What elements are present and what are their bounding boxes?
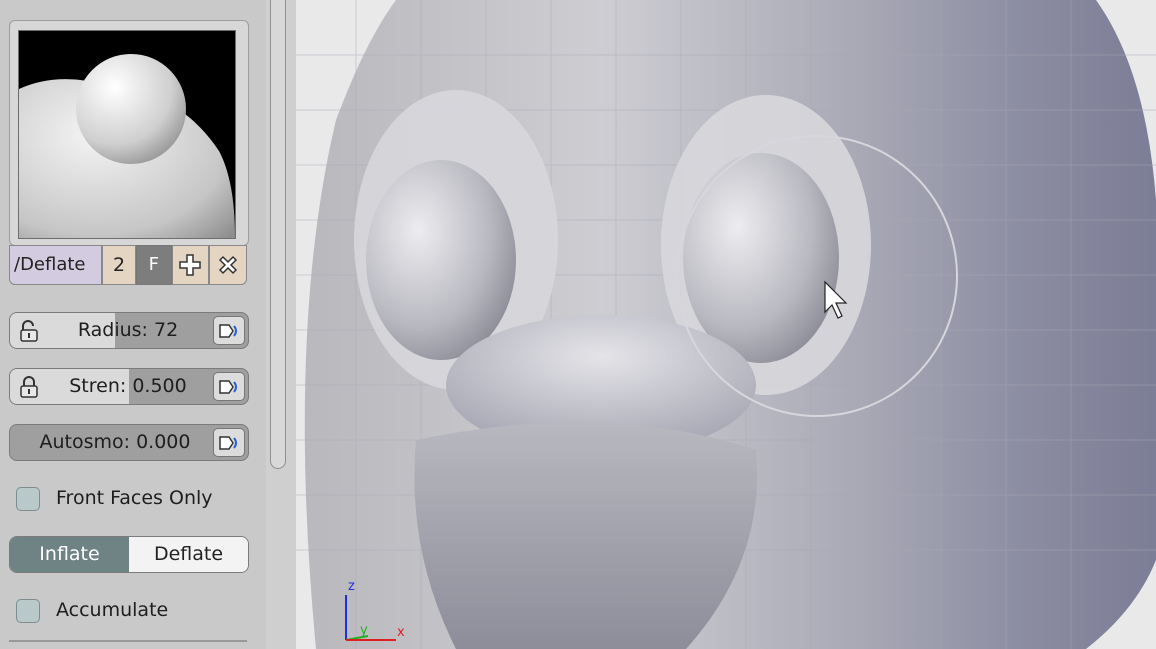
panel-scrollbar[interactable] — [270, 0, 286, 469]
pen-pressure-icon — [219, 435, 237, 450]
pen-pressure-icon — [219, 323, 237, 338]
axis-y-label: y — [360, 623, 368, 638]
autosmooth-pressure-button[interactable] — [213, 428, 245, 457]
inflate-button[interactable]: Inflate — [10, 537, 129, 572]
front-faces-only-checkbox[interactable] — [16, 487, 40, 511]
autosmooth-label: Autosmo: 0.000 — [39, 431, 191, 453]
x-icon — [219, 255, 238, 275]
direction-toggle: Inflate Deflate — [9, 536, 249, 573]
add-brush-button[interactable] — [171, 245, 210, 285]
fake-user-toggle[interactable]: F — [135, 245, 172, 285]
radius-label: Radius: 72 — [77, 319, 179, 341]
deflate-button[interactable]: Deflate — [129, 537, 248, 572]
front-faces-only-label: Front Faces Only — [56, 487, 213, 509]
plus-icon — [179, 254, 202, 276]
3d-viewport[interactable]: z y x — [296, 0, 1156, 649]
tool-panel: /Deflate 2 F Radius: 72 Stren: 0.500 Aut… — [0, 0, 267, 649]
strength-slider[interactable]: Stren: 0.500 — [9, 368, 249, 405]
panel-divider — [9, 640, 247, 642]
radius-slider[interactable]: Radius: 72 — [9, 312, 249, 349]
brush-users-count[interactable]: 2 — [102, 245, 136, 285]
pen-pressure-icon — [219, 379, 237, 394]
accumulate-label: Accumulate — [56, 599, 169, 621]
lock-icon[interactable] — [15, 374, 43, 399]
axis-z-label: z — [348, 579, 355, 594]
unlock-icon[interactable] — [15, 318, 43, 343]
strength-pressure-button[interactable] — [213, 372, 245, 401]
autosmooth-slider[interactable]: Autosmo: 0.000 — [9, 424, 249, 461]
axis-x-label: x — [397, 625, 405, 640]
radius-pressure-button[interactable] — [213, 316, 245, 345]
strength-label: Stren: 0.500 — [69, 375, 187, 397]
brush-datablock-row: /Deflate 2 F — [9, 245, 248, 285]
accumulate-checkbox[interactable] — [16, 599, 40, 623]
remove-brush-button[interactable] — [209, 245, 248, 285]
brush-name-field[interactable]: /Deflate — [9, 245, 103, 285]
brush-preview-image[interactable] — [18, 30, 236, 239]
